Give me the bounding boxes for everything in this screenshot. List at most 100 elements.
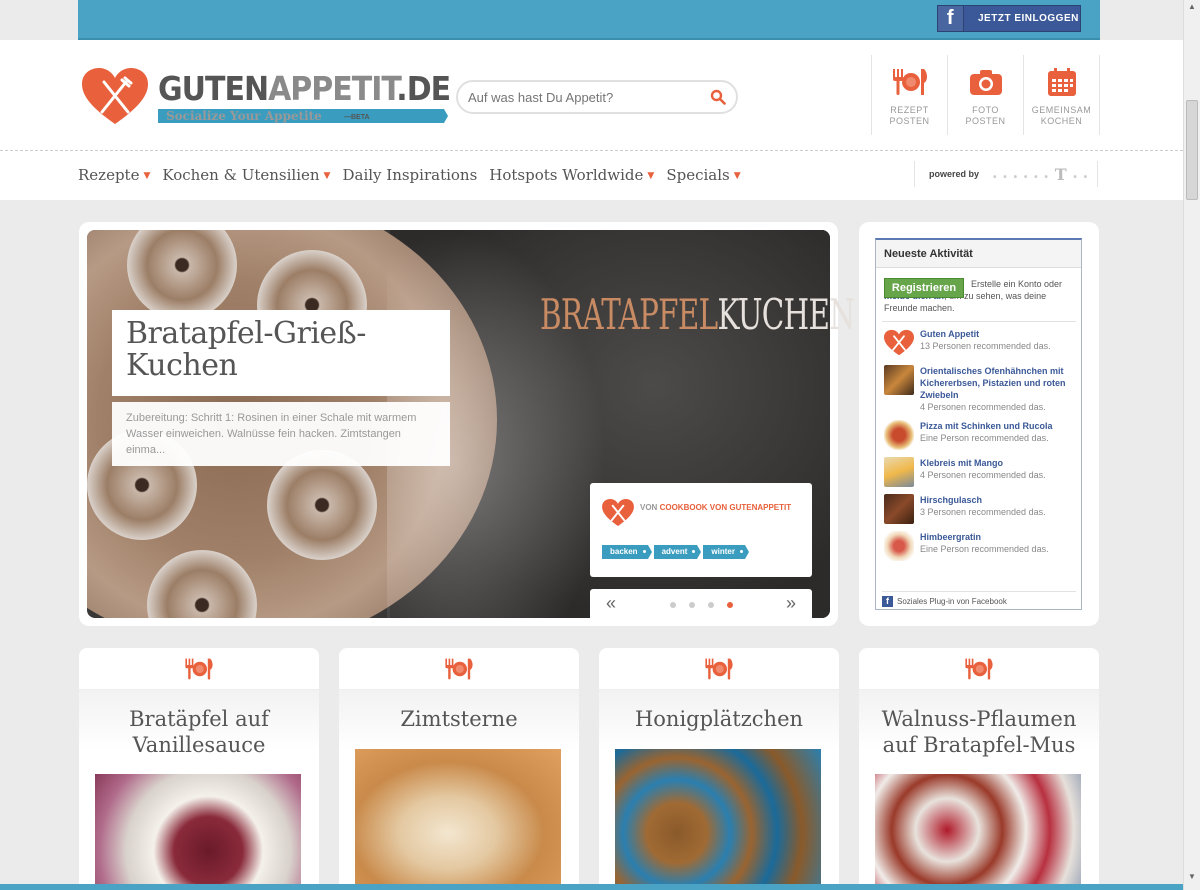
recipe-title[interactable]: Honigplätzchen [599, 706, 839, 732]
heart-cutlery-icon [884, 329, 914, 356]
search-icon[interactable] [710, 89, 726, 105]
slide-dot[interactable] [689, 602, 695, 608]
post-photo-button[interactable]: FOTO POSTEN [948, 55, 1024, 135]
tag-backen[interactable]: backen [602, 545, 652, 559]
logo-wordmark: GUTENAPPETIT.DE [158, 70, 451, 109]
activity-item[interactable]: Pizza mit Schinken und Rucola Eine Person… [884, 420, 1078, 450]
cook-together-label: GEMEINSAM KOCHEN [1031, 105, 1092, 126]
tag-label: backen [610, 547, 638, 556]
activity-item[interactable]: Klebreis mit Mango 4 Personen recommended… [884, 457, 1078, 487]
caret-down-icon: ▼ [323, 171, 331, 181]
recipe-card[interactable]: Bratäpfel auf Vanillesauce [79, 648, 319, 890]
cook-together-button[interactable]: GEMEINSAM KOCHEN [1024, 55, 1100, 135]
tag-label: winter [711, 547, 735, 556]
activity-item[interactable]: Hirschgulasch 3 Personen recommended das. [884, 494, 1078, 524]
slide-dot[interactable] [670, 602, 676, 608]
logo-part-a: GUTEN [158, 70, 269, 109]
activity-item[interactable]: Guten Appetit 13 Personen recommended das… [884, 328, 1078, 358]
facebook-login-button[interactable]: f JETZT EINLOGGEN [937, 5, 1081, 32]
login-label: JETZT EINLOGGEN [978, 13, 1079, 24]
recipe-image[interactable] [95, 774, 301, 890]
slider-pager: « » [590, 589, 812, 621]
main-nav: Rezepte ▼ Kochen & Utensilien ▼ Daily Insp… [78, 166, 753, 184]
nav-label: Hotspots Worldwide [489, 166, 644, 184]
activity-count: 3 Personen recommended das. [920, 507, 1046, 517]
activity-item[interactable]: Orientalisches Ofenhähnchen mit Kicherer… [884, 365, 1078, 413]
recipe-card[interactable]: Honigplätzchen [599, 648, 839, 890]
activity-count: Eine Person recommended das. [920, 544, 1049, 554]
header-divider [0, 150, 1183, 151]
camera-icon [969, 70, 1002, 95]
activity-thumbnail [884, 420, 914, 450]
nav-label: Daily Inspirations [342, 166, 478, 184]
activity-thumbnail [884, 531, 914, 561]
recipe-title[interactable]: Zimtsterne [339, 706, 579, 732]
tag-label: advent [661, 547, 688, 556]
beta-label: —BETA [344, 114, 370, 121]
recipe-title[interactable]: Bratäpfel auf Vanillesauce [79, 706, 319, 758]
tag-advent[interactable]: advent [653, 545, 702, 559]
activity-count: 4 Personen recommended das. [920, 402, 1046, 412]
recipe-image[interactable] [875, 774, 1081, 890]
facebook-icon: f [882, 596, 893, 607]
recipe-image[interactable] [615, 749, 821, 889]
register-button[interactable]: Registrieren [884, 278, 964, 298]
post-recipe-button[interactable]: REZEPT POSTEN [872, 55, 948, 135]
scroll-up-icon[interactable]: ▲ [1186, 2, 1198, 16]
caret-down-icon: ▼ [733, 171, 741, 181]
tag-winter[interactable]: winter [703, 545, 749, 559]
nav-item-kochen-utensilien[interactable]: Kochen & Utensilien ▼ [162, 166, 330, 184]
search-box[interactable] [456, 80, 738, 114]
activity-title[interactable]: Guten Appetit [920, 328, 1051, 340]
recipe-card[interactable]: Walnuss-Pflaumen auf Bratapfel-Mus [859, 648, 1099, 890]
activity-item[interactable]: Himbeergratin Eine Person recommended das… [884, 531, 1078, 561]
activity-count: 13 Personen recommended das. [920, 341, 1051, 351]
hero-author[interactable]: VON COOKBOOK VON GUTENAPPETIT [640, 503, 791, 512]
activity-feed: Guten Appetit 13 Personen recommended das… [884, 328, 1078, 568]
site-header: GUTENAPPETIT.DE Socialize Your Appetite … [0, 40, 1183, 200]
recipe-image[interactable] [355, 749, 561, 889]
recipe-card[interactable]: Zimtsterne [339, 648, 579, 890]
hero-art-part-b: KUCHEN [717, 290, 855, 339]
next-arrow-icon[interactable]: » [786, 593, 796, 614]
heart-cutlery-logo-icon [82, 68, 148, 124]
activity-title[interactable]: Pizza mit Schinken und Rucola [920, 420, 1053, 432]
hero-title: Bratapfel-Grieß-Kuchen [126, 316, 366, 383]
powered-by-label: powered by [929, 169, 980, 179]
hero-apple-image [267, 450, 377, 560]
slide-dot-active[interactable] [727, 602, 733, 608]
nav-item-hotspots-worldwide[interactable]: Hotspots Worldwide ▼ [489, 166, 654, 184]
previous-arrow-icon[interactable]: « [606, 593, 616, 614]
hero-caption[interactable]: Bratapfel-Grieß-Kuchen [112, 310, 450, 396]
hero-art-part-a: BRATAPFEL [540, 290, 718, 339]
slide-dot[interactable] [708, 602, 714, 608]
logo-part-c: .DE [396, 70, 451, 109]
activity-footer-label: Soziales Plug-in von Facebook [897, 597, 1007, 606]
site-logo[interactable]: GUTENAPPETIT.DE Socialize Your Appetite … [82, 68, 451, 126]
nav-item-specials[interactable]: Specials ▼ [666, 166, 740, 184]
activity-heading: Neueste Aktivität [876, 240, 1081, 268]
activity-title[interactable]: Himbeergratin [920, 531, 1049, 543]
activity-title[interactable]: Orientalisches Ofenhähnchen mit Kicherer… [920, 365, 1078, 401]
activity-thumbnail [884, 494, 914, 524]
scrollbar-thumb[interactable] [1186, 100, 1198, 200]
activity-title[interactable]: Klebreis mit Mango [920, 457, 1046, 469]
cutlery-icon [445, 658, 473, 679]
nav-item-rezepte[interactable]: Rezepte ▼ [78, 166, 150, 184]
cutlery-icon [892, 69, 927, 95]
divider [882, 321, 1076, 322]
top-bar: f JETZT EINLOGGEN [78, 0, 1100, 40]
hero-author-box: VON COOKBOOK VON GUTENAPPETIT backen adv… [590, 483, 812, 577]
powered-by[interactable]: powered by • • • • • • T • • [914, 161, 1098, 187]
scrollbar[interactable]: ▲ ▼ [1183, 0, 1200, 890]
activity-title[interactable]: Hirschgulasch [920, 494, 1046, 506]
cutlery-icon [185, 658, 213, 679]
activity-footer[interactable]: f Soziales Plug-in von Facebook [882, 591, 1076, 607]
calendar-icon [1047, 68, 1076, 96]
search-input[interactable] [468, 88, 698, 106]
scroll-down-icon[interactable]: ▼ [1186, 872, 1198, 886]
cutlery-icon [965, 658, 993, 679]
recipe-title[interactable]: Walnuss-Pflaumen auf Bratapfel-Mus [859, 706, 1099, 758]
caret-down-icon: ▼ [647, 171, 655, 181]
nav-item-daily-inspirations[interactable]: Daily Inspirations [342, 166, 477, 184]
